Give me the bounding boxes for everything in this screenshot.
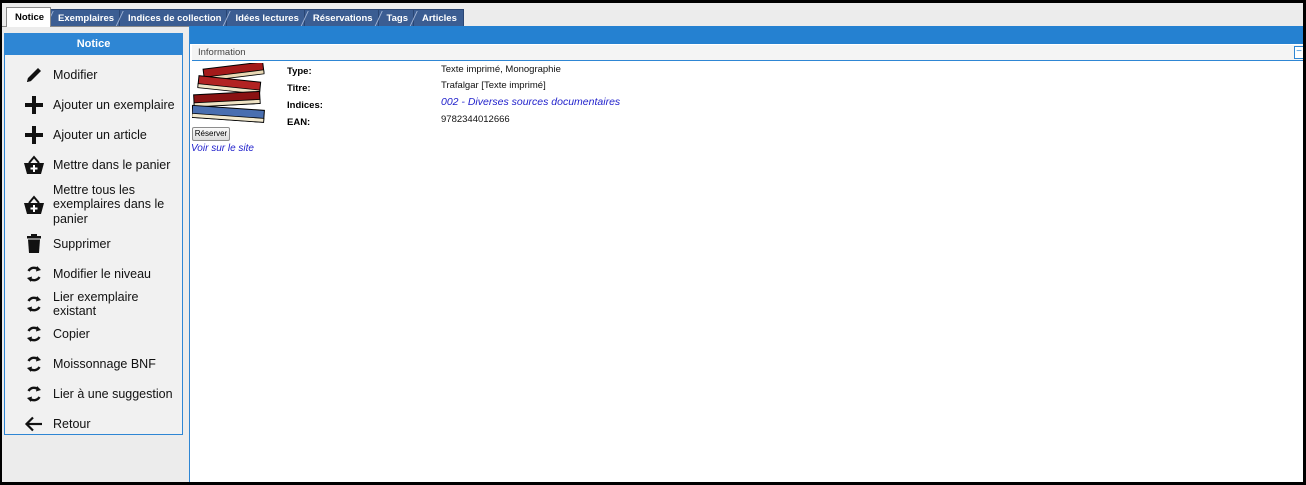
menu-item-label: Supprimer xyxy=(53,236,111,251)
voir-sur-le-site-link[interactable]: Voir sur le site xyxy=(191,143,254,154)
field-label-titre: Titre: xyxy=(287,83,311,94)
menu-item-lier-suggestion[interactable]: Lier à une suggestion xyxy=(5,379,182,409)
sidebar-title: Notice xyxy=(5,34,182,55)
field-label-indices: Indices: xyxy=(287,100,323,111)
menu-item-modifier-niveau[interactable]: Modifier le niveau xyxy=(5,259,182,289)
app-window: Notice Exemplaires Indices de collection… xyxy=(2,3,1303,482)
information-section-header: Information − xyxy=(192,45,1303,61)
menu-item-ajouter-exemplaire[interactable]: Ajouter un exemplaire xyxy=(5,90,182,120)
menu-item-label: Copier xyxy=(53,326,90,341)
basket-icon xyxy=(23,154,45,176)
field-value-ean: 9782344012666 xyxy=(441,114,510,125)
field-label-type: Type: xyxy=(287,66,312,77)
menu-item-modifier[interactable]: Modifier xyxy=(5,60,182,90)
menu-item-mettre-panier[interactable]: Mettre dans le panier xyxy=(5,150,182,180)
tab-articles[interactable]: Articles xyxy=(413,9,464,27)
menu-item-label: Modifier le niveau xyxy=(53,266,151,281)
tab-idees-lectures[interactable]: Idées lectures xyxy=(226,9,306,27)
main-header-bar xyxy=(190,26,1303,44)
section-title: Information xyxy=(198,47,246,58)
main-panel: Information − Réserver Voir sur le site … xyxy=(189,26,1303,482)
menu-item-label: Lier à une suggestion xyxy=(53,386,173,401)
menu-item-retour[interactable]: Retour xyxy=(5,409,182,439)
field-label-ean: EAN: xyxy=(287,117,311,128)
pencil-icon xyxy=(23,64,45,86)
plus-icon xyxy=(23,94,45,116)
menu-item-mettre-tous-panier[interactable]: Mettre tous les exemplaires dans le pani… xyxy=(5,180,182,229)
field-value-titre: Trafalgar [Texte imprimé] xyxy=(441,80,546,91)
menu-item-label: Mettre dans le panier xyxy=(53,157,171,172)
collapse-button[interactable]: − xyxy=(1294,46,1303,59)
menu-item-supprimer[interactable]: Supprimer xyxy=(5,229,182,259)
refresh-icon xyxy=(23,263,45,285)
menu-item-label: Ajouter un article xyxy=(53,127,147,142)
refresh-icon xyxy=(23,353,45,375)
tab-reservations[interactable]: Réservations xyxy=(303,9,380,27)
menu-item-label: Moissonnage BNF xyxy=(53,356,156,371)
basket-icon xyxy=(23,194,45,216)
reserver-button[interactable]: Réserver xyxy=(192,127,230,141)
menu-item-label: Retour xyxy=(53,416,91,431)
refresh-icon xyxy=(23,383,45,405)
tab-indices-de-collection[interactable]: Indices de collection xyxy=(119,9,229,27)
trash-icon xyxy=(23,233,45,255)
sidebar: Notice Modifier Ajouter un exemplaire Aj… xyxy=(4,33,183,435)
refresh-icon xyxy=(23,323,45,345)
tab-notice[interactable]: Notice xyxy=(6,7,52,27)
menu-item-copier[interactable]: Copier xyxy=(5,319,182,349)
menu-item-label: Mettre tous les exemplaires dans le pani… xyxy=(53,182,165,226)
menu-item-label: Modifier xyxy=(53,67,98,82)
menu-item-ajouter-article[interactable]: Ajouter un article xyxy=(5,120,182,150)
tab-exemplaires[interactable]: Exemplaires xyxy=(49,9,122,27)
tab-bar: Notice Exemplaires Indices de collection… xyxy=(2,3,1303,27)
menu-item-label: Ajouter un exemplaire xyxy=(53,97,175,112)
field-value-type: Texte imprimé, Monographie xyxy=(441,64,561,75)
menu-item-lier-exemplaire[interactable]: Lier exemplaire existant xyxy=(5,289,182,319)
tab-list: Notice Exemplaires Indices de collection… xyxy=(6,7,464,27)
plus-icon xyxy=(23,124,45,146)
field-value-indices-link[interactable]: 002 - Diverses sources documentaires xyxy=(441,96,620,108)
menu-item-label: Lier exemplaire existant xyxy=(53,289,139,319)
menu-item-moissonnage-bnf[interactable]: Moissonnage BNF xyxy=(5,349,182,379)
arrow-left-icon xyxy=(23,413,45,435)
refresh-icon xyxy=(23,293,45,315)
book-cover-image xyxy=(192,63,267,125)
